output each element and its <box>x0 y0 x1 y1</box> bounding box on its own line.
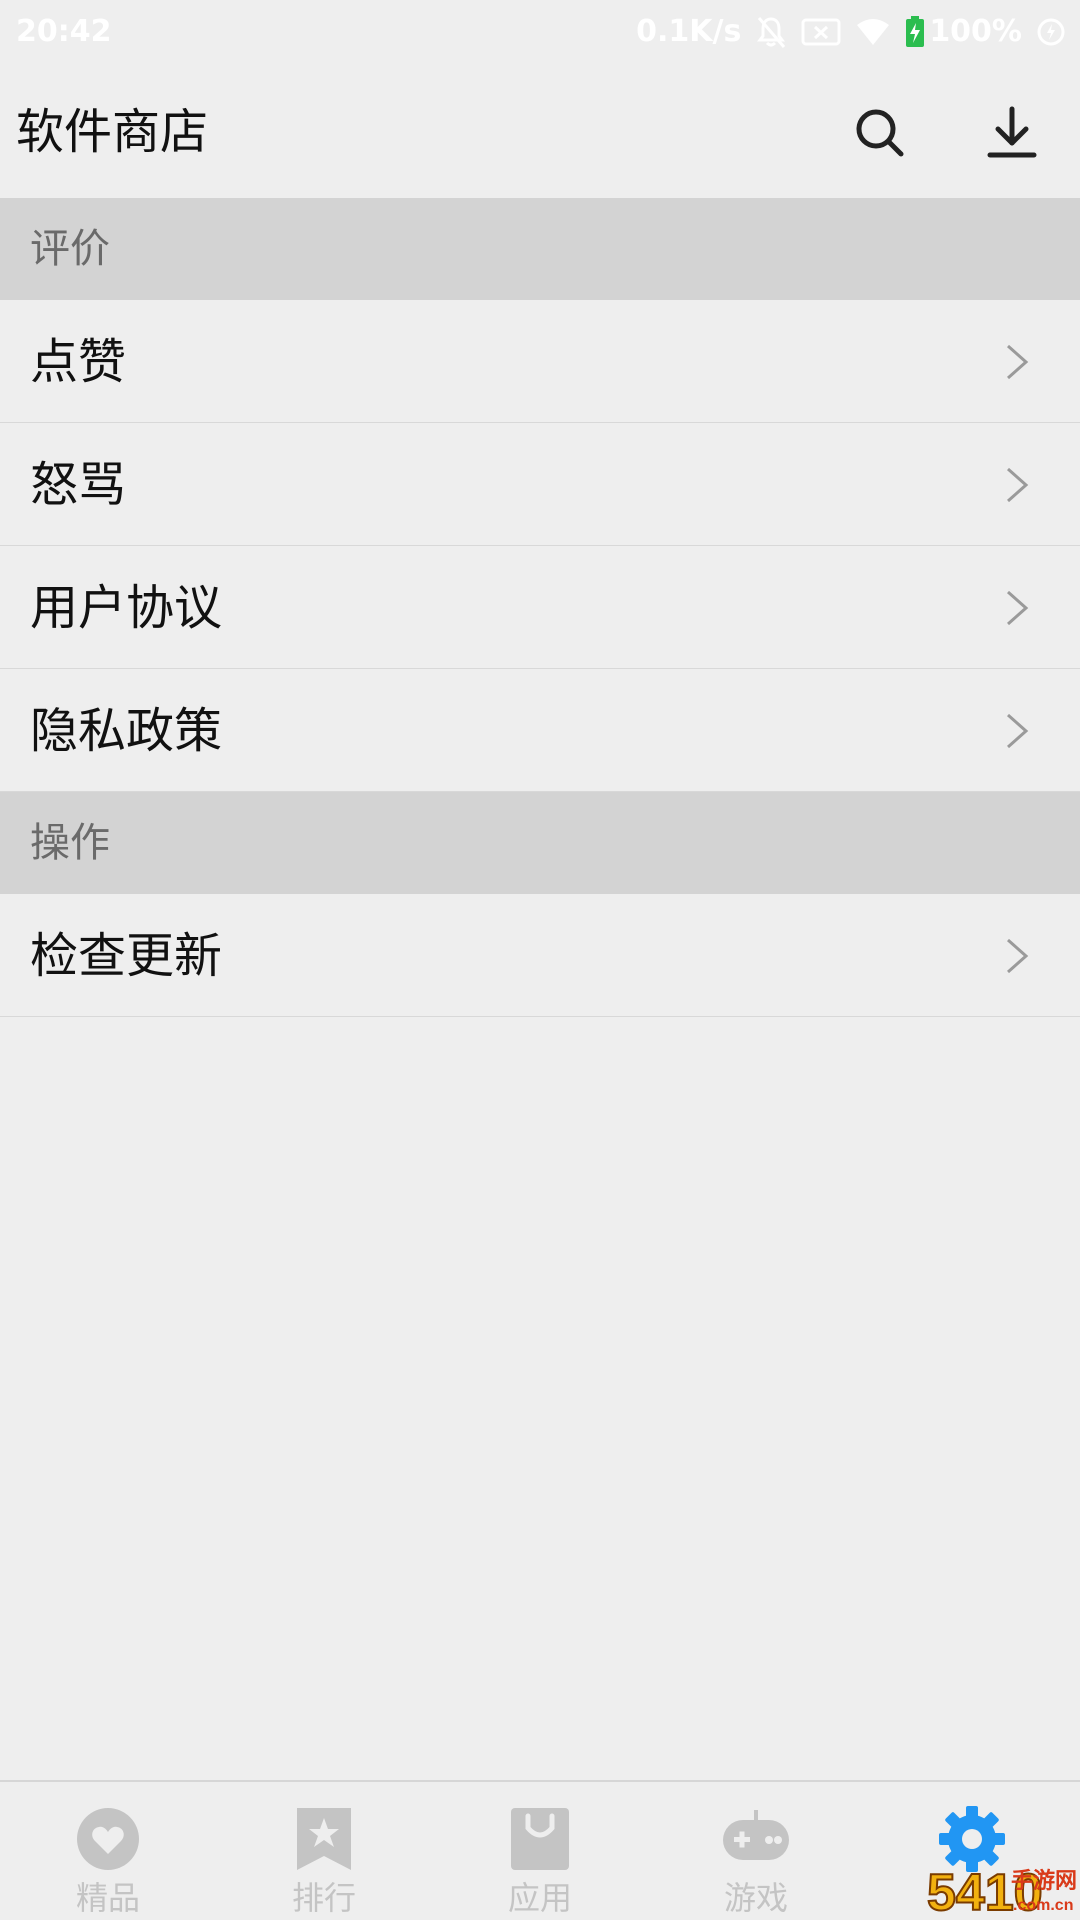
bottom-nav: 精品 排行 应用 游戏 <box>0 1780 1080 1920</box>
list-item-label: 用户协议 <box>30 580 223 636</box>
gamepad-icon <box>723 1810 789 1860</box>
nav-item-apps[interactable]: 应用 <box>432 1782 648 1920</box>
section-header-operations: 操作 <box>0 792 1080 894</box>
download-icon <box>987 106 1037 158</box>
list-item-privacy-policy[interactable]: 隐私政策 <box>0 669 1080 792</box>
chevron-right-icon <box>1007 590 1029 626</box>
nav-label: 精品 <box>75 1879 140 1917</box>
battery: 100% <box>905 14 1022 49</box>
list-item-like[interactable]: 点赞 <box>0 300 1080 423</box>
screen: 20:42 0.1K/s 100% 软件商店 评价 点赞 怒骂 用户协议 隐私政… <box>0 0 1080 1920</box>
battery-percent: 100% <box>929 14 1022 49</box>
mute-bell-icon <box>757 16 786 48</box>
list-item-label: 隐私政策 <box>30 703 223 759</box>
status-time: 20:42 <box>16 14 112 49</box>
chevron-right-icon <box>1007 713 1029 749</box>
app-bar: 软件商店 <box>0 66 1080 198</box>
list-item-label: 怒骂 <box>30 457 127 513</box>
status-bar: 20:42 0.1K/s 100% <box>0 0 1080 66</box>
heart-icon <box>77 1808 139 1870</box>
nav-label: 应用 <box>507 1879 572 1917</box>
list-item-label: 检查更新 <box>30 928 223 984</box>
page-title: 软件商店 <box>16 104 209 160</box>
nav-item-games[interactable]: 游戏 <box>648 1782 864 1920</box>
nav-label: 游戏 <box>723 1879 788 1917</box>
sim-x-icon <box>801 18 841 45</box>
section-header-label: 评价 <box>30 226 110 272</box>
shopping-bag-icon <box>511 1808 569 1870</box>
chevron-right-icon <box>1007 344 1029 380</box>
list-item-check-update[interactable]: 检查更新 <box>0 894 1080 1017</box>
search-button[interactable] <box>845 98 915 168</box>
charge-status-icon <box>1037 18 1065 45</box>
chevron-right-icon <box>1007 467 1029 503</box>
download-button[interactable] <box>977 98 1047 168</box>
nav-item-ranking[interactable]: 排行 <box>216 1782 432 1920</box>
nav-item-featured[interactable]: 精品 <box>0 1782 216 1920</box>
search-icon <box>856 109 904 157</box>
wifi-icon <box>857 18 890 45</box>
ranking-star-icon <box>297 1808 351 1870</box>
section-header-review: 评价 <box>0 198 1080 300</box>
battery-charging-icon <box>906 15 925 47</box>
net-speed: 0.1K/s <box>636 14 742 49</box>
watermark-logo: 5410 手游网 .com.cn <box>925 1858 1080 1920</box>
status-icons: 0.1K/s 100% <box>636 14 1066 49</box>
nav-label: 排行 <box>291 1879 356 1917</box>
list-item-label: 点赞 <box>30 334 127 390</box>
section-header-label: 操作 <box>30 820 110 866</box>
settings-list: 评价 点赞 怒骂 用户协议 隐私政策 操作 检查更新 <box>0 198 1080 1017</box>
list-item-scold[interactable]: 怒骂 <box>0 423 1080 546</box>
watermark-subtext: .com.cn <box>1013 1897 1073 1914</box>
chevron-right-icon <box>1007 938 1029 974</box>
list-item-user-agreement[interactable]: 用户协议 <box>0 546 1080 669</box>
watermark-text: 手游网 <box>1011 1868 1077 1894</box>
